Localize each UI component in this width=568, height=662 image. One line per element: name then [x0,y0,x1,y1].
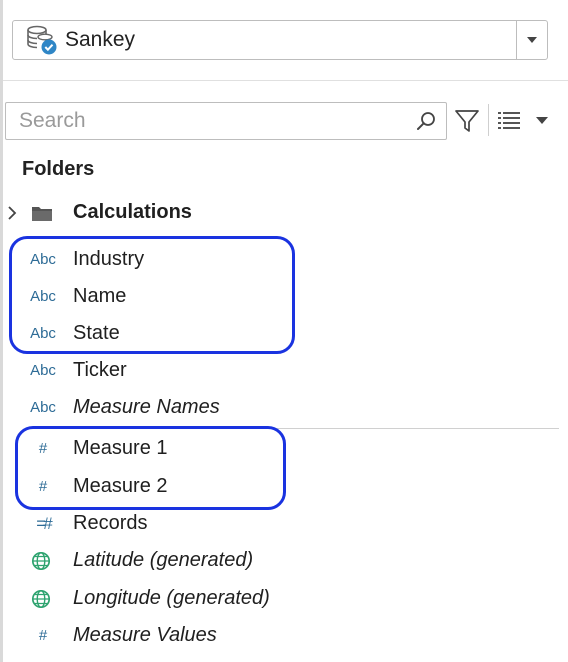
field-label: Longitude (generated) [73,587,270,609]
list-view-icon[interactable] [497,110,521,130]
string-type-icon: Abc [30,362,56,379]
field-label: Measure Values [73,624,217,646]
datasource-dropdown[interactable]: Sankey [12,20,548,60]
calculated-number-icon: =# [36,513,52,533]
field-row[interactable]: Abc State [0,315,568,352]
field-row[interactable]: Abc Name [0,278,568,315]
field-row[interactable]: # Measure 2 [0,468,568,505]
string-type-icon: Abc [30,325,56,342]
field-row[interactable]: # Measure Values [0,617,568,654]
field-row[interactable]: =# Records [0,505,568,542]
folder-calculations[interactable]: Calculations [0,194,568,231]
database-check-icon [27,25,57,55]
globe-icon [31,551,51,570]
dimensions-measures-divider [73,428,559,429]
field-label: Measure 1 [73,437,168,459]
field-row[interactable]: # Measure 1 [0,430,568,467]
search-icon[interactable] [414,109,438,133]
field-label: Latitude (generated) [73,549,254,571]
caret-down-icon[interactable] [532,110,552,130]
number-type-icon: # [38,478,48,495]
chevron-right-icon[interactable] [6,205,18,220]
field-label: State [73,322,120,344]
toolbar-divider [488,104,489,136]
string-type-icon: Abc [30,251,56,268]
field-label: Ticker [73,359,127,381]
folder-icon [32,206,52,221]
section-divider [3,80,568,81]
dropdown-caret-button[interactable] [517,21,547,59]
field-row[interactable]: Abc Measure Names [0,389,568,426]
search-box[interactable] [5,102,447,140]
caret-down-icon [527,37,537,43]
string-type-icon: Abc [30,399,56,416]
field-label: Measure 2 [73,475,168,497]
folders-heading: Folders [22,158,95,180]
string-type-icon: Abc [30,288,56,305]
folder-label: Calculations [73,201,192,223]
number-type-icon: # [38,627,48,644]
field-label: Records [73,512,148,534]
field-row[interactable]: Latitude (generated) [0,542,568,579]
datasource-name: Sankey [65,28,136,51]
globe-icon [31,589,51,608]
funnel-icon[interactable] [454,108,480,134]
field-label: Name [73,285,127,307]
number-type-icon: # [38,440,48,457]
field-label: Measure Names [73,396,220,418]
field-row[interactable]: Abc Ticker [0,352,568,389]
field-label: Industry [73,248,145,270]
search-input[interactable] [6,103,414,139]
field-row[interactable]: Longitude (generated) [0,580,568,617]
field-row[interactable]: Abc Industry [0,241,568,278]
